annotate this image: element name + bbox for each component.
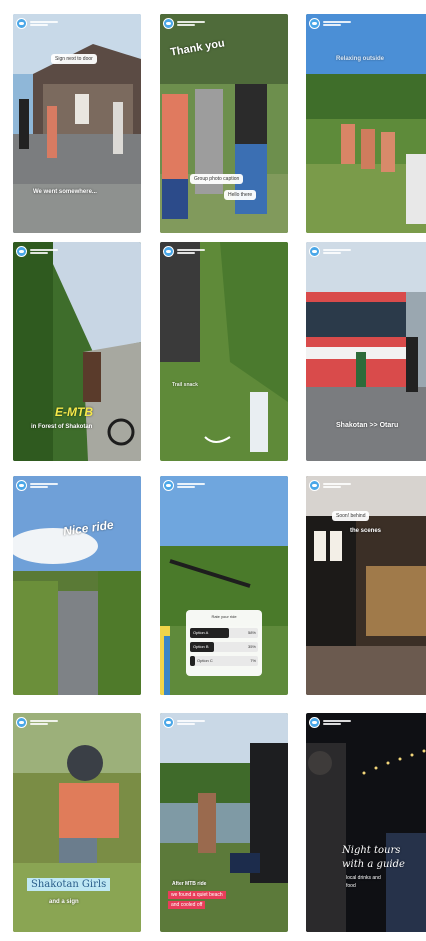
caption-route: Shakotan >> Otaru bbox=[336, 422, 399, 429]
profile-avatar-icon bbox=[16, 717, 27, 728]
story-tile-11[interactable]: After MTB ride we found a quiet beach an… bbox=[160, 713, 288, 932]
caption-hello: Hello there bbox=[224, 190, 257, 200]
caption-cooled: and cooled off bbox=[168, 901, 206, 909]
caption-behind: the scenes bbox=[350, 528, 382, 534]
caption-with-guide: with a guide bbox=[342, 859, 405, 870]
caption-sign-2: and a sign bbox=[49, 899, 79, 905]
profile-avatar-icon bbox=[163, 717, 174, 728]
poll-card[interactable]: Rate your ride Option A 58% Option B 35%… bbox=[186, 610, 262, 676]
story-header bbox=[309, 717, 351, 728]
story-header bbox=[16, 246, 58, 257]
poll-option-b-pct: 35% bbox=[247, 644, 256, 649]
house-scene-image bbox=[13, 14, 141, 233]
road-image bbox=[13, 476, 141, 695]
profile-avatar-icon bbox=[309, 246, 320, 257]
poll-option-b[interactable]: Option B 35% bbox=[190, 642, 258, 652]
story-header bbox=[16, 18, 58, 29]
story-header bbox=[309, 18, 351, 29]
interior-image bbox=[306, 476, 426, 695]
story-header bbox=[163, 246, 205, 257]
caption-relax: Relaxing outside bbox=[336, 56, 385, 62]
profile-avatar-icon bbox=[16, 246, 27, 257]
profile-avatar-icon bbox=[16, 18, 27, 29]
profile-avatar-icon bbox=[309, 18, 320, 29]
story-header bbox=[309, 246, 351, 257]
caption-group: Group photo caption bbox=[190, 174, 244, 184]
profile-avatar-icon bbox=[309, 480, 320, 491]
caption-snack: Trail snack bbox=[172, 382, 198, 388]
caption-drinks: local drinks and bbox=[346, 875, 381, 881]
poll-option-a-label: Option A bbox=[193, 630, 209, 635]
trail-snack-image bbox=[160, 242, 288, 461]
story-tile-2[interactable]: Thank you Group photo caption Hello ther… bbox=[160, 14, 288, 233]
story-tile-5[interactable]: Trail snack bbox=[160, 242, 288, 461]
story-header bbox=[309, 480, 351, 491]
story-tile-1[interactable]: Sign next to door We went somewhere... bbox=[13, 14, 141, 233]
poll-option-b-label: Option B bbox=[193, 644, 209, 649]
story-tile-3[interactable]: Relaxing outside bbox=[306, 14, 426, 233]
story-tile-7[interactable]: Nice ride bbox=[13, 476, 141, 695]
profile-avatar-icon bbox=[163, 18, 174, 29]
night-tour-image bbox=[306, 713, 426, 932]
caption-forest: in Forest of Shakotan bbox=[31, 424, 93, 430]
caption-night-tours: Night tours bbox=[342, 845, 401, 856]
beach-image bbox=[160, 713, 288, 932]
caption-soon: Soon! behind bbox=[332, 511, 370, 521]
profile-avatar-icon bbox=[163, 480, 174, 491]
profile-avatar-icon bbox=[309, 717, 320, 728]
story-header bbox=[16, 480, 58, 491]
story-tile-10[interactable]: Shakotan Girls and a sign bbox=[13, 713, 141, 932]
story-tile-6[interactable]: Shakotan >> Otaru bbox=[306, 242, 426, 461]
story-header bbox=[163, 480, 205, 491]
poll-option-c[interactable]: Option C 7% bbox=[190, 656, 258, 666]
poll-option-a[interactable]: Option A 58% bbox=[190, 628, 258, 638]
caption-emtb: E-MTB bbox=[55, 405, 93, 419]
story-header bbox=[163, 18, 205, 29]
story-header bbox=[16, 717, 58, 728]
poll-option-c-pct: 7% bbox=[250, 658, 256, 663]
story-tile-12[interactable]: Night tours with a guide local drinks an… bbox=[306, 713, 426, 932]
story-tile-8[interactable]: Rate your ride Option A 58% Option B 35%… bbox=[160, 476, 288, 695]
story-tile-4[interactable]: E-MTB in Forest of Shakotan bbox=[13, 242, 141, 461]
poll-question: Rate your ride bbox=[211, 614, 237, 619]
caption-shakotan-girls: Shakotan Girls bbox=[27, 878, 111, 891]
story-grid: Sign next to door We went somewhere... T… bbox=[0, 0, 426, 941]
story-header bbox=[163, 717, 205, 728]
poll-option-a-pct: 58% bbox=[247, 630, 256, 635]
relax-outside-image bbox=[306, 14, 426, 233]
caption-food: food bbox=[346, 883, 356, 889]
caption-beach: we found a quiet beach bbox=[168, 891, 226, 899]
caption-sign: Sign next to door bbox=[51, 54, 97, 64]
profile-avatar-icon bbox=[163, 246, 174, 257]
caption-we-went: We went somewhere... bbox=[33, 189, 97, 195]
story-tile-9[interactable]: Soon! behind the scenes bbox=[306, 476, 426, 695]
caption-after-ride: After MTB ride bbox=[172, 881, 207, 887]
poll-option-c-label: Option C bbox=[197, 658, 213, 663]
profile-avatar-icon bbox=[16, 480, 27, 491]
